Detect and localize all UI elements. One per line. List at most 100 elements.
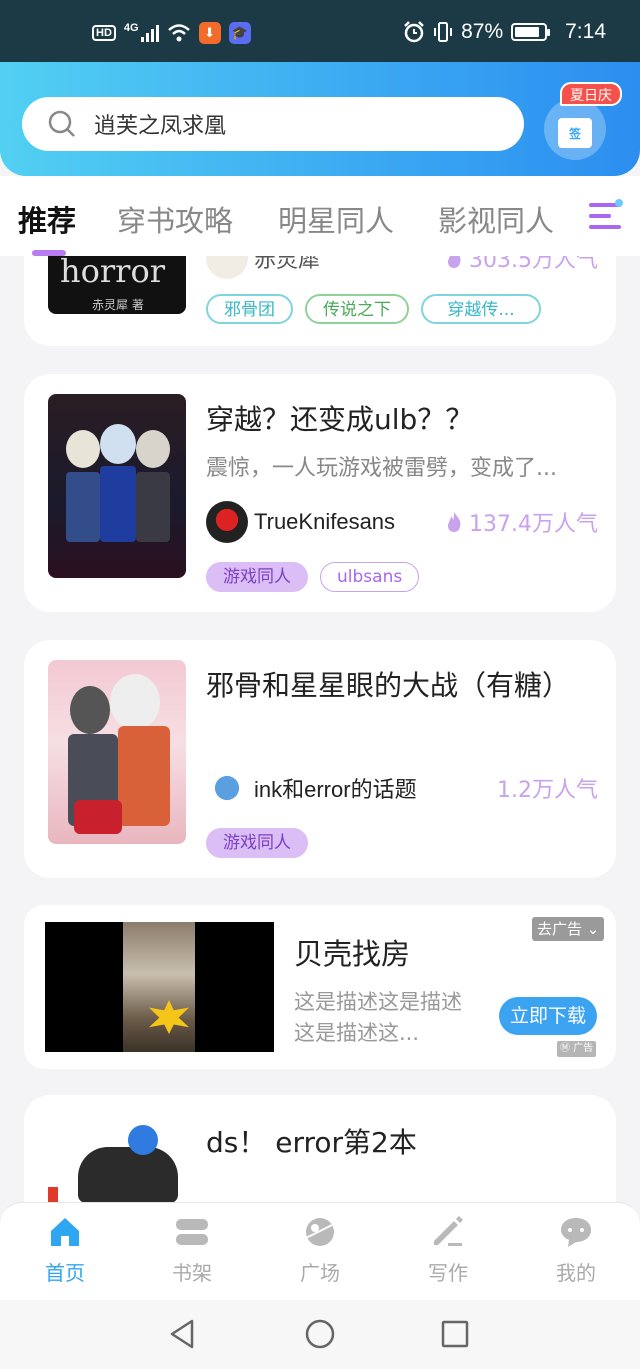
search-placeholder: 逍芙之凤求凰 <box>94 114 227 139</box>
search-bar[interactable]: 逍芙之凤求凰 <box>22 97 524 151</box>
author-avatar[interactable] <box>206 501 248 543</box>
battery-icon <box>511 23 551 41</box>
cover-figure <box>74 800 122 834</box>
gift-icon: 签 <box>558 118 592 148</box>
tag[interactable]: 游戏同人 <box>206 562 308 592</box>
author-avatar[interactable] <box>206 767 248 809</box>
cover-figure <box>100 466 136 542</box>
book-cover <box>48 394 186 578</box>
cover-figure <box>118 726 170 826</box>
battery-percent: 87% <box>461 20 504 43</box>
ad-card[interactable]: 贝壳找房 这是描述这是描述这是描述这... 立即下载 去广告 ⌄ Ⓜ 广告 <box>24 905 616 1069</box>
event-badge: 夏日庆 <box>560 82 622 106</box>
cover-figure <box>110 674 160 730</box>
cover-figure <box>128 1125 158 1155</box>
system-nav-bar <box>0 1300 640 1369</box>
signal-icon <box>140 24 159 42</box>
ad-mark: Ⓜ 广告 <box>557 1041 597 1057</box>
tag-list: 游戏同人 ulbsans <box>206 562 420 592</box>
nav-square-label: 广场 <box>300 1261 340 1285</box>
search-icon <box>48 110 75 137</box>
tag[interactable]: 传说之下 <box>305 294 409 324</box>
ad-title[interactable]: 贝壳找房 <box>294 931 410 973</box>
tag-list: 游戏同人 <box>206 828 308 858</box>
cover-author: 赤灵犀 著 <box>92 298 144 312</box>
nav-profile[interactable]: 我的 <box>536 1215 616 1286</box>
planet-icon <box>303 1218 337 1246</box>
popularity-value: 1.2万人气 <box>497 778 598 803</box>
alarm-icon <box>404 21 424 43</box>
chat-icon <box>561 1218 591 1247</box>
tag[interactable]: 穿越传... <box>421 294 541 324</box>
nav-profile-label: 我的 <box>556 1261 596 1285</box>
tag[interactable]: 邪骨团 <box>206 294 293 324</box>
pen-icon <box>434 1216 463 1246</box>
book-card[interactable]: 穿越？还变成ulb？？ 震惊，一人玩游戏被雷劈，变成了... TrueKnife… <box>24 374 616 612</box>
nav-bookshelf-label: 书架 <box>172 1261 212 1285</box>
tab-film-tv[interactable]: 影视同人 <box>438 198 554 240</box>
tag[interactable]: 游戏同人 <box>206 828 308 858</box>
status-right: 87% 7:14 <box>403 20 606 44</box>
tab-celebrity[interactable]: 明星同人 <box>278 198 394 240</box>
tag[interactable]: ulbsans <box>320 562 420 592</box>
download-app-icon: ⬇ <box>198 22 221 44</box>
home-circle-icon[interactable] <box>303 1317 337 1351</box>
cover-figure <box>78 1147 178 1203</box>
nav-bookshelf[interactable]: 书架 <box>152 1215 232 1286</box>
popularity: 137.4万人气 <box>445 506 598 538</box>
book-description: 震惊，一人玩游戏被雷劈，变成了... <box>206 456 557 481</box>
author-name[interactable]: TrueKnifesans <box>254 509 395 535</box>
school-app-icon: 🎓 <box>228 22 251 44</box>
bookshelf-icon <box>176 1219 208 1245</box>
author-row: TrueKnifesans 137.4万人气 <box>206 500 598 544</box>
book-cover <box>48 660 186 844</box>
ad-video[interactable] <box>45 922 274 1052</box>
category-menu-icon[interactable] <box>589 199 623 231</box>
book-title[interactable]: 穿越？还变成ulb？？ <box>206 398 473 438</box>
nav-home-label: 首页 <box>45 1261 85 1285</box>
wifi-icon <box>167 24 190 42</box>
ad-mark-label: 广告 <box>573 1043 594 1054</box>
remove-ad-label: 去广告 <box>537 920 583 938</box>
popularity-value: 137.4万人气 <box>469 512 598 537</box>
back-icon[interactable] <box>166 1317 200 1351</box>
book-title[interactable]: ds！ error第2本 <box>206 1121 417 1161</box>
popularity: 1.2万人气 <box>497 772 598 804</box>
tab-indicator <box>32 250 66 256</box>
nav-square[interactable]: 广场 <box>280 1215 360 1286</box>
home-icon <box>51 1218 79 1246</box>
tab-transmigration[interactable]: 穿书攻略 <box>117 198 233 240</box>
nav-home[interactable]: 首页 <box>25 1215 105 1286</box>
cover-skull <box>100 424 136 464</box>
tab-recommend[interactable]: 推荐 <box>18 198 76 240</box>
cover-figure <box>136 472 170 542</box>
recents-icon[interactable] <box>438 1317 472 1351</box>
hd-badge: HD <box>92 25 116 41</box>
ad-video-frame <box>123 922 195 1052</box>
nav-write[interactable]: 写作 <box>408 1215 488 1286</box>
flame-icon <box>448 512 461 532</box>
remove-ad-button[interactable]: 去广告 ⌄ <box>532 917 605 941</box>
checkin-button[interactable]: 夏日庆 签 <box>544 82 628 170</box>
network-label: 4G <box>123 22 139 34</box>
category-tabs: 推荐 穿书攻略 明星同人 影视同人 <box>0 176 640 256</box>
status-bar: HD 4G ⬇ 🎓 87% 7:14 <box>0 0 640 62</box>
vibrate-icon <box>434 22 453 42</box>
clock: 7:14 <box>565 20 606 43</box>
cover-figure <box>66 472 100 542</box>
cover-skull <box>66 430 100 468</box>
nav-write-label: 写作 <box>428 1261 468 1285</box>
cover-title: horror <box>60 252 166 290</box>
cover-skull <box>136 430 170 468</box>
download-button[interactable]: 立即下载 <box>499 997 597 1035</box>
tag-list: 邪骨团 传说之下 穿越传... <box>206 294 541 324</box>
status-left: HD 4G ⬇ 🎓 <box>92 22 251 44</box>
author-row: ink和error的话题 1.2万人气 <box>206 766 598 810</box>
book-card[interactable]: 邪骨和星星眼的大战（有糖） ink和error的话题 1.2万人气 游戏同人 <box>24 640 616 878</box>
cover-figure <box>70 686 110 734</box>
header: 逍芙之凤求凰 夏日庆 签 <box>0 62 640 176</box>
book-title[interactable]: 邪骨和星星眼的大战（有糖） <box>206 664 570 704</box>
author-name[interactable]: ink和error的话题 <box>254 772 417 804</box>
ad-description: 这是描述这是描述这是描述这... <box>294 990 462 1045</box>
bottom-nav: 首页 书架 广场 写作 我的 <box>0 1202 640 1300</box>
